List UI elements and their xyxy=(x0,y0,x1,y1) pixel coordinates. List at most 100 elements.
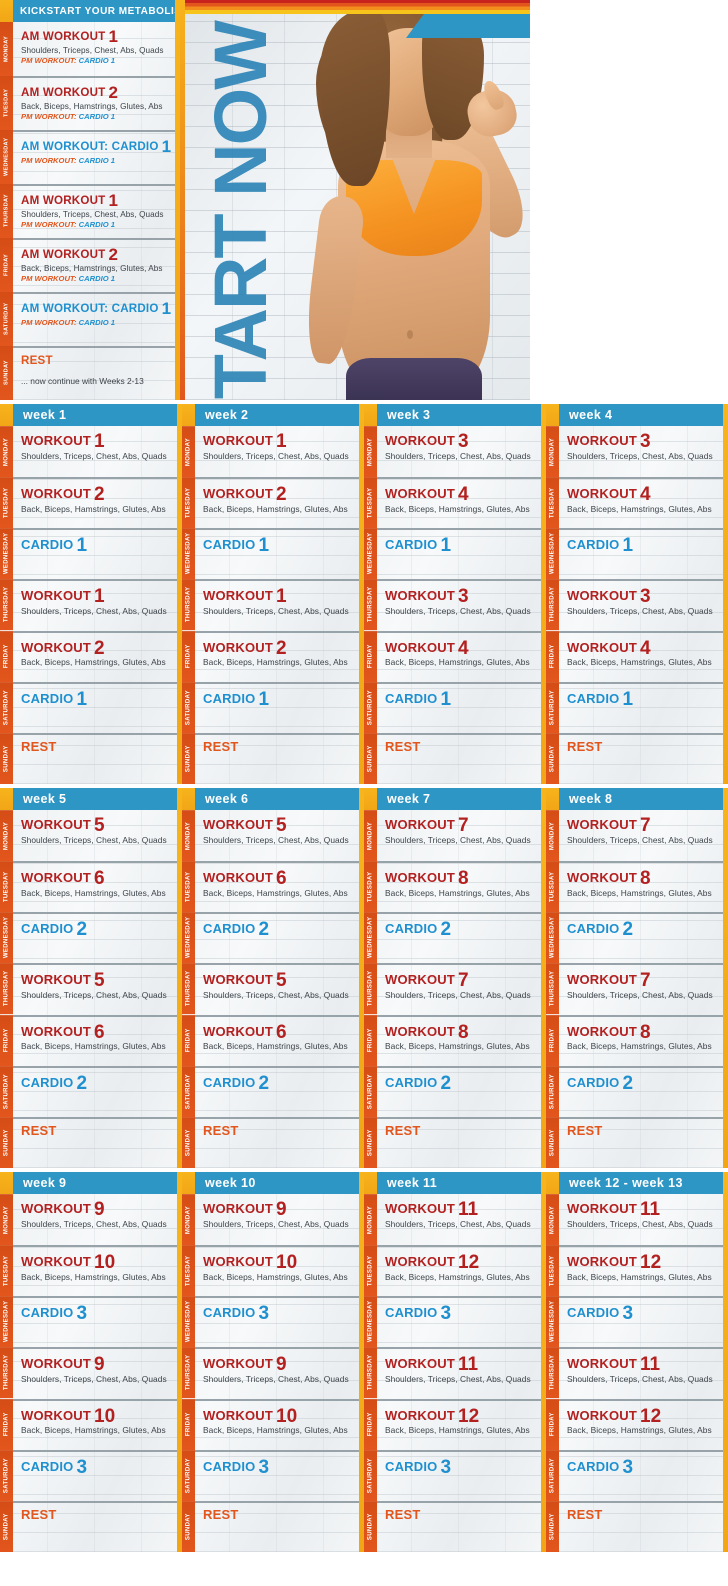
day-row[interactable]: THURSDAY WORKOUT 5 Shoulders, Triceps, Ches… xyxy=(0,963,182,1015)
day-row[interactable]: MONDAY WORKOUT 11 Shoulders, Triceps, Chest… xyxy=(364,1194,546,1246)
day-row[interactable]: FRIDAY WORKOUT 12 Back, Biceps, Hamstrings,… xyxy=(364,1398,546,1450)
day-row[interactable]: FRIDAY WORKOUT 6 Back, Biceps, Hamstrings, … xyxy=(0,1014,182,1066)
day-row[interactable]: SUNDAY REST xyxy=(364,732,546,784)
day-row[interactable]: FRIDAY WORKOUT 12 Back, Biceps, Hamstrings,… xyxy=(546,1398,728,1450)
day-row[interactable]: TUESDAY WORKOUT 2 Back, Biceps, Hamstrings,… xyxy=(0,477,182,529)
day-row[interactable]: WEDNESDAY CARDIO 3 xyxy=(182,1296,364,1348)
day-row[interactable]: TUESDAY WORKOUT 6 Back, Biceps, Hamstrings,… xyxy=(0,861,182,913)
day-row[interactable]: SUNDAY REST xyxy=(0,1116,182,1168)
day-row[interactable]: MONDAY WORKOUT 5 Shoulders, Triceps, Chest,… xyxy=(182,810,364,862)
day-row[interactable]: SATURDAY CARDIO 2 xyxy=(182,1065,364,1117)
day-row[interactable]: SATURDAY CARDIO 1 xyxy=(364,681,546,733)
day-row[interactable]: THURSDAY WORKOUT 5 Shoulders, Triceps, Ches… xyxy=(182,963,364,1015)
day-row[interactable]: WEDNESDAY CARDIO 1 xyxy=(364,528,546,580)
day-row[interactable]: FRIDAY WORKOUT 8 Back, Biceps, Hamstrings, … xyxy=(364,1014,546,1066)
day-row[interactable]: SUNDAY REST xyxy=(546,1500,728,1552)
day-row[interactable]: TUESDAY WORKOUT 6 Back, Biceps, Hamstrings,… xyxy=(182,861,364,913)
day-row[interactable]: WEDNESDAY CARDIO 2 xyxy=(364,912,546,964)
day-row[interactable]: WEDNESDAY CARDIO 3 xyxy=(364,1296,546,1348)
day-row[interactable]: SATURDAY CARDIO 3 xyxy=(0,1449,182,1501)
day-row[interactable]: SUNDAY REST xyxy=(364,1500,546,1552)
day-row[interactable]: FRIDAY WORKOUT 6 Back, Biceps, Hamstrings, … xyxy=(182,1014,364,1066)
day-row[interactable]: MONDAY WORKOUT 1 Shoulders, Triceps, Chest,… xyxy=(0,426,182,478)
day-row[interactable]: THURSDAY WORKOUT 3 Shoulders, Triceps, Ches… xyxy=(364,579,546,631)
day-row[interactable]: SUNDAY REST xyxy=(0,1500,182,1552)
day-row[interactable]: SUNDAY REST xyxy=(546,1116,728,1168)
day-row[interactable]: SATURDAY CARDIO 3 xyxy=(182,1449,364,1501)
day-row[interactable]: SATURDAY CARDIO 2 xyxy=(546,1065,728,1117)
day-row[interactable]: TUESDAY WORKOUT 4 Back, Biceps, Hamstrings,… xyxy=(364,477,546,529)
day-row[interactable]: SUNDAY REST xyxy=(182,1116,364,1168)
day-row[interactable]: SATURDAY CARDIO 2 xyxy=(0,1065,182,1117)
activity-title: CARDIO 1 xyxy=(203,534,364,556)
day-row[interactable]: TUESDAY WORKOUT 4 Back, Biceps, Hamstrings,… xyxy=(546,477,728,529)
day-row[interactable]: FRIDAY AM WORKOUT 2 Back, Biceps, Hamstring… xyxy=(0,238,180,292)
day-row[interactable]: TUESDAY WORKOUT 12 Back, Biceps, Hamstrings… xyxy=(546,1245,728,1297)
day-row[interactable]: MONDAY WORKOUT 7 Shoulders, Triceps, Chest,… xyxy=(546,810,728,862)
day-row[interactable]: MONDAY AM WORKOUT 1 Shoulders, Triceps, Che… xyxy=(0,22,180,76)
day-row[interactable]: SUNDAY REST xyxy=(0,732,182,784)
day-row[interactable]: SUNDAY REST ... now continue with Weeks 2-… xyxy=(0,346,180,400)
activity-name: REST xyxy=(21,738,57,754)
day-row[interactable]: MONDAY WORKOUT 11 Shoulders, Triceps, Chest… xyxy=(546,1194,728,1246)
day-row[interactable]: MONDAY WORKOUT 9 Shoulders, Triceps, Chest,… xyxy=(182,1194,364,1246)
day-row[interactable]: WEDNESDAY CARDIO 2 xyxy=(182,912,364,964)
day-row[interactable]: FRIDAY WORKOUT 8 Back, Biceps, Hamstrings, … xyxy=(546,1014,728,1066)
day-row[interactable]: TUESDAY WORKOUT 10 Back, Biceps, Hamstrings… xyxy=(182,1245,364,1297)
day-row[interactable]: SATURDAY CARDIO 1 xyxy=(546,681,728,733)
day-row[interactable]: TUESDAY WORKOUT 2 Back, Biceps, Hamstrings,… xyxy=(182,477,364,529)
workout-calendar-page: KICKSTART YOUR METABOLISM MONDAY AM WORKOU… xyxy=(0,0,728,1552)
pm-workout-line: PM WORKOUT: CARDIO 1 xyxy=(21,56,180,65)
day-row[interactable]: SATURDAY CARDIO 3 xyxy=(364,1449,546,1501)
day-row[interactable]: SUNDAY REST xyxy=(182,1500,364,1552)
day-row[interactable]: WEDNESDAY CARDIO 2 xyxy=(546,912,728,964)
day-row[interactable]: WEDNESDAY CARDIO 1 xyxy=(0,528,182,580)
day-row[interactable]: THURSDAY WORKOUT 7 Shoulders, Triceps, Ches… xyxy=(546,963,728,1015)
day-row[interactable]: SATURDAY CARDIO 1 xyxy=(182,681,364,733)
day-row[interactable]: FRIDAY WORKOUT 2 Back, Biceps, Hamstrings, … xyxy=(182,630,364,682)
day-row[interactable]: SATURDAY CARDIO 3 xyxy=(546,1449,728,1501)
day-row[interactable]: WEDNESDAY CARDIO 1 xyxy=(546,528,728,580)
day-row[interactable]: FRIDAY WORKOUT 4 Back, Biceps, Hamstrings, … xyxy=(364,630,546,682)
day-row[interactable]: TUESDAY WORKOUT 12 Back, Biceps, Hamstrings… xyxy=(364,1245,546,1297)
day-row[interactable]: THURSDAY AM WORKOUT 1 Shoulders, Triceps, C… xyxy=(0,184,180,238)
day-row[interactable]: MONDAY WORKOUT 9 Shoulders, Triceps, Chest,… xyxy=(0,1194,182,1246)
day-row[interactable]: WEDNESDAY CARDIO 2 xyxy=(0,912,182,964)
day-row[interactable]: MONDAY WORKOUT 3 Shoulders, Triceps, Chest,… xyxy=(364,426,546,478)
day-row[interactable]: THURSDAY WORKOUT 1 Shoulders, Triceps, Ches… xyxy=(182,579,364,631)
day-row[interactable]: SATURDAY CARDIO 2 xyxy=(364,1065,546,1117)
day-row[interactable]: SATURDAY AM WORKOUT: CARDIO 1 PM WORKOUT: C… xyxy=(0,292,180,346)
day-row[interactable]: TUESDAY WORKOUT 8 Back, Biceps, Hamstrings,… xyxy=(364,861,546,913)
day-row[interactable]: MONDAY WORKOUT 5 Shoulders, Triceps, Chest,… xyxy=(0,810,182,862)
calendar-panel-week-4: week 4 MONDAY WORKOUT 3 Shoulders, Triceps, … xyxy=(546,404,728,784)
day-row[interactable]: THURSDAY WORKOUT 3 Shoulders, Triceps, Ches… xyxy=(546,579,728,631)
day-row[interactable]: THURSDAY WORKOUT 1 Shoulders, Triceps, Ches… xyxy=(0,579,182,631)
day-row[interactable]: WEDNESDAY CARDIO 3 xyxy=(0,1296,182,1348)
day-row[interactable]: THURSDAY WORKOUT 11 Shoulders, Triceps, Che… xyxy=(364,1347,546,1399)
day-row[interactable]: TUESDAY WORKOUT 8 Back, Biceps, Hamstrings,… xyxy=(546,861,728,913)
day-row[interactable]: FRIDAY WORKOUT 4 Back, Biceps, Hamstrings, … xyxy=(546,630,728,682)
day-row[interactable]: SATURDAY CARDIO 1 xyxy=(0,681,182,733)
day-row[interactable]: WEDNESDAY CARDIO 1 xyxy=(182,528,364,580)
day-row[interactable]: TUESDAY AM WORKOUT 2 Back, Biceps, Hamstrin… xyxy=(0,76,180,130)
day-content: WORKOUT 7 Shoulders, Triceps, Chest, Abs, … xyxy=(559,963,728,1014)
day-row[interactable]: THURSDAY WORKOUT 9 Shoulders, Triceps, Ches… xyxy=(0,1347,182,1399)
day-row[interactable]: SUNDAY REST xyxy=(182,732,364,784)
day-row[interactable]: TUESDAY WORKOUT 10 Back, Biceps, Hamstrings… xyxy=(0,1245,182,1297)
day-row[interactable]: WEDNESDAY CARDIO 3 xyxy=(546,1296,728,1348)
day-row[interactable]: SUNDAY REST xyxy=(364,1116,546,1168)
day-row[interactable]: THURSDAY WORKOUT 7 Shoulders, Triceps, Ches… xyxy=(364,963,546,1015)
day-row[interactable]: FRIDAY WORKOUT 10 Back, Biceps, Hamstrings,… xyxy=(0,1398,182,1450)
day-row[interactable]: THURSDAY WORKOUT 11 Shoulders, Triceps, Che… xyxy=(546,1347,728,1399)
day-row[interactable]: MONDAY WORKOUT 7 Shoulders, Triceps, Chest,… xyxy=(364,810,546,862)
day-row[interactable]: SUNDAY REST xyxy=(546,732,728,784)
day-row[interactable]: MONDAY WORKOUT 3 Shoulders, Triceps, Chest,… xyxy=(546,426,728,478)
day-row[interactable]: MONDAY WORKOUT 1 Shoulders, Triceps, Chest,… xyxy=(182,426,364,478)
activity-title: WORKOUT 1 xyxy=(203,430,364,452)
day-row[interactable]: FRIDAY WORKOUT 2 Back, Biceps, Hamstrings, … xyxy=(0,630,182,682)
day-row[interactable]: THURSDAY WORKOUT 9 Shoulders, Triceps, Ches… xyxy=(182,1347,364,1399)
day-row[interactable]: FRIDAY WORKOUT 10 Back, Biceps, Hamstrings,… xyxy=(182,1398,364,1450)
day-row[interactable]: WEDNESDAY AM WORKOUT: CARDIO 1 PM WORKOUT: … xyxy=(0,130,180,184)
activity-title: WORKOUT 11 xyxy=(567,1198,728,1220)
activity-number: 12 xyxy=(640,1252,662,1274)
